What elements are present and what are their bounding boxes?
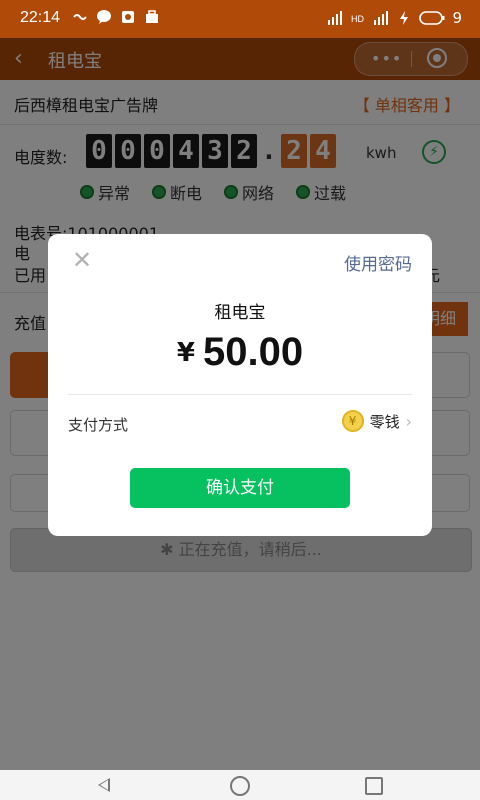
payment-dialog: ✕ 使用密码 租电宝 ¥50.00 支付方式 ¥ 零钱 › 确认支付 bbox=[48, 234, 432, 536]
currency-symbol: ¥ bbox=[176, 338, 195, 368]
briefcase-icon bbox=[146, 10, 158, 23]
wallet-coin-icon: ¥ bbox=[341, 410, 364, 432]
pay-method-value: 零钱 bbox=[369, 412, 400, 431]
chat-icon bbox=[97, 10, 111, 24]
charging-icon bbox=[400, 11, 409, 25]
close-icon[interactable]: ✕ bbox=[70, 248, 94, 272]
hd-icon: HD bbox=[351, 14, 364, 24]
status-bar: 22:14 HD 9 bbox=[0, 0, 480, 38]
use-password-link[interactable]: 使用密码 bbox=[344, 250, 412, 275]
amount-value: 50.00 bbox=[202, 330, 304, 374]
payment-amount: ¥50.00 bbox=[48, 330, 432, 375]
nav-back-icon[interactable] bbox=[98, 778, 110, 792]
chevron-right-icon: › bbox=[405, 411, 412, 431]
svg-text:HD: HD bbox=[351, 14, 364, 24]
confirm-pay-button[interactable]: 确认支付 bbox=[130, 468, 350, 508]
nav-recent-icon[interactable] bbox=[365, 777, 383, 795]
status-icons-left bbox=[72, 9, 160, 25]
link-icon bbox=[73, 14, 87, 20]
signal-icon-2 bbox=[374, 11, 389, 25]
merchant-name: 租电宝 bbox=[214, 303, 266, 323]
divider bbox=[68, 394, 412, 395]
signal-icon bbox=[328, 11, 343, 25]
battery-icon bbox=[419, 11, 445, 25]
status-icons-right: HD 9 bbox=[327, 9, 462, 27]
nav-home-icon[interactable] bbox=[230, 776, 250, 796]
battery-level: 9 bbox=[452, 9, 462, 27]
pay-method-label: 支付方式 bbox=[68, 416, 129, 434]
system-nav-bar bbox=[0, 770, 480, 800]
status-time: 22:14 bbox=[20, 9, 61, 26]
app-icon bbox=[122, 11, 134, 23]
pay-method-selector[interactable]: ¥ 零钱 › bbox=[341, 410, 412, 432]
